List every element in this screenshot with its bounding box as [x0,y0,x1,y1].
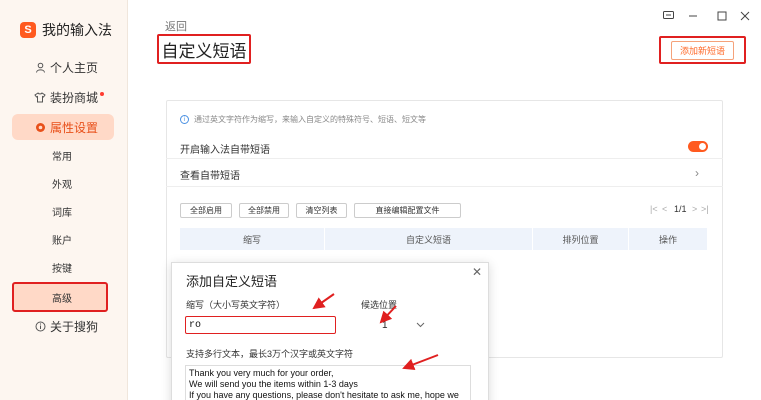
minimize-icon[interactable] [686,9,700,23]
sidebar: S 我的输入法 个人主页 装扮商城 属性设置 常用 外观 词库 账户 按键 高级… [0,0,128,400]
phrase-textarea[interactable]: Thank you very much for your order, We wi… [185,365,471,400]
app-name: 我的输入法 [42,22,112,38]
disable-all-button[interactable]: 全部禁用 [239,203,289,218]
sidebar-item-about[interactable]: 关于搜狗 [12,313,114,339]
sidebar-subitem-common[interactable]: 常用 [12,142,108,168]
sogou-logo-icon: S [20,22,36,38]
sidebar-item-label: 属性设置 [50,120,99,135]
tip-label: 通过英文字符作为缩写，来输入自定义的特殊符号、短语、短文等 [194,115,426,124]
table-header: 缩写 自定义短语 排列位置 操作 [180,228,707,250]
divider [166,158,723,159]
sidebar-item-profile[interactable]: 个人主页 [12,54,114,80]
info-icon [34,320,46,332]
pager-prev[interactable]: < [662,204,667,214]
sidebar-item-settings[interactable]: 属性设置 [12,114,114,140]
textarea-line: Thank you very much for your order, [189,368,334,378]
sidebar-item-store[interactable]: 装扮商城 [12,84,114,110]
position-select[interactable]: 1 [372,316,432,334]
abbr-label: 缩写（大小写英文字符） [186,300,286,310]
feedback-icon[interactable] [661,9,675,23]
pager-first[interactable]: |< [650,204,658,214]
sidebar-subitem-appearance[interactable]: 外观 [12,170,108,196]
edit-config-file-button[interactable]: 直接编辑配置文件 [354,203,461,218]
pager-next[interactable]: > [692,204,697,214]
app-logo: S 我的输入法 [20,20,112,40]
column-header-position: 排列位置 [533,228,629,250]
new-badge-dot [100,92,105,96]
sidebar-subitem-account[interactable]: 账户 [12,226,108,252]
add-phrase-button[interactable]: 添加新短语 [671,40,734,60]
sidebar-item-label: 关于搜狗 [50,319,99,334]
column-header-actions: 操作 [658,234,677,245]
add-button-highlight: 添加新短语 [659,36,746,64]
column-header-abbr: 缩写 [180,228,325,250]
pager-last[interactable]: >| [701,204,709,214]
text-hint-label: 支持多行文本，最长3万个汉字或英文字符 [186,349,354,359]
textarea-line: If you have any questions, please don't … [189,390,459,400]
user-icon [34,61,46,73]
page-title-highlight: 自定义短语 [157,34,251,64]
back-link[interactable]: 返回 [165,18,187,34]
enable-builtin-label: 开启输入法自带短语 [180,145,270,156]
position-value: 1 [382,319,388,331]
maximize-icon[interactable] [715,9,729,23]
enable-builtin-toggle[interactable] [688,141,708,152]
chevron-down-icon [416,320,425,330]
settings-icon [34,121,46,133]
sidebar-subitem-lexicon[interactable]: 词库 [12,198,108,224]
close-icon[interactable]: ✕ [472,265,482,279]
view-builtin-row[interactable]: 查看自带短语 [180,167,240,182]
info-icon: i [180,115,189,124]
dialog-title: 添加自定义短语 [186,274,278,289]
textarea-line: We will send you the items within 1-3 da… [189,379,358,389]
sidebar-subitem-keys[interactable]: 按键 [12,254,108,280]
sidebar-item-label: 个人主页 [50,60,99,75]
shirt-icon [34,91,46,103]
position-label: 候选位置 [361,300,398,310]
enable-all-button[interactable]: 全部启用 [180,203,232,218]
column-header-phrase: 自定义短语 [325,228,533,250]
sidebar-subitem-advanced[interactable]: 高级 [12,282,108,312]
close-window-icon[interactable] [738,9,752,23]
abbr-input[interactable]: ro [185,316,336,334]
divider [166,186,723,187]
clear-list-button[interactable]: 清空列表 [296,203,347,218]
tip-text: i 通过英文字符作为缩写，来输入自定义的特殊符号、短语、短文等 [180,114,426,125]
page-title: 自定义短语 [161,41,247,61]
chevron-right-icon[interactable]: › [695,166,699,180]
sidebar-item-label: 装扮商城 [50,90,99,105]
pager-page: 1/1 [674,204,687,214]
